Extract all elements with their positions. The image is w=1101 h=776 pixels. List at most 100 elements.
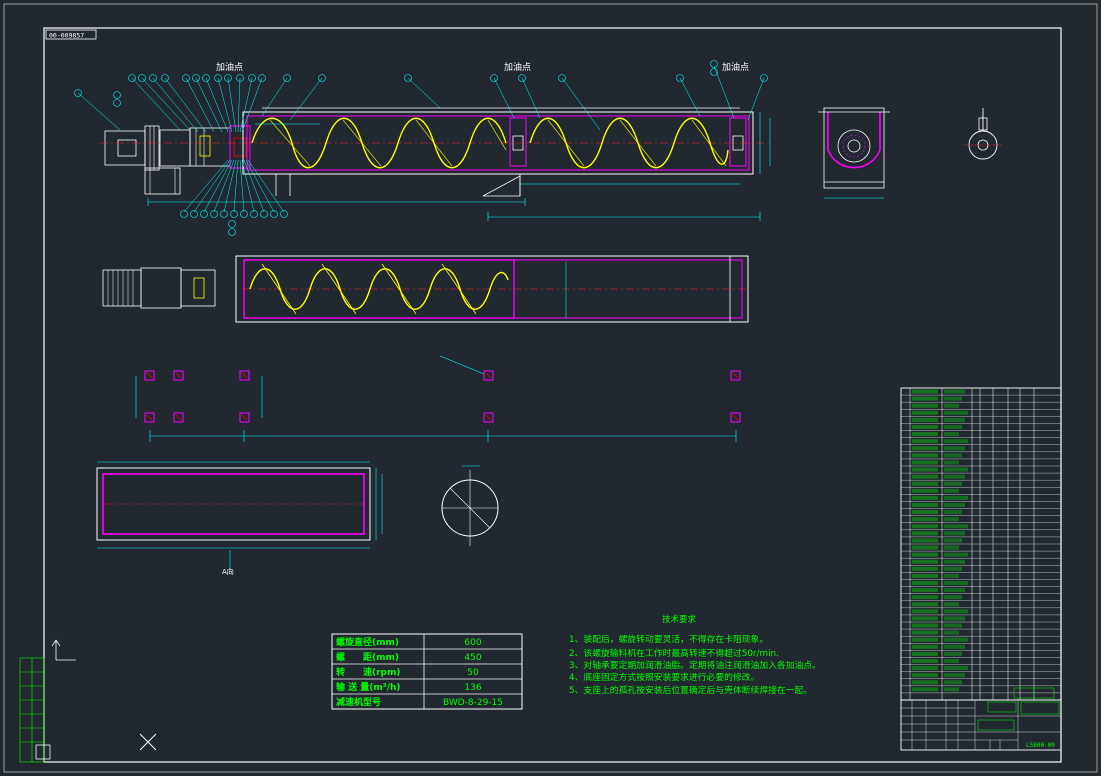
top-view: [102, 255, 749, 323]
foundation-plan: [135, 355, 741, 442]
parts-list-cell-mark: [912, 524, 938, 529]
parts-list-cell-mark: [912, 446, 938, 451]
tech-requirement-2: 2、该螺旋输料机在工作时最高转速不得超过50r/min.: [569, 647, 779, 659]
parts-list-cell-mark: [912, 609, 938, 614]
parts-list-cell-mark: [944, 446, 965, 451]
spec-label-speed: 转 速(rpm): [336, 666, 401, 678]
parts-list-cell-mark: [944, 510, 962, 515]
parts-list-cell-mark: [912, 424, 938, 430]
parts-list-cell-mark: [912, 538, 938, 543]
left-margin-block: [19, 657, 45, 763]
tech-requirements: 技术要求 1、装配后，螺旋转动要灵活，不得存在卡阻现象。 2、该螺旋输料机在工作…: [569, 614, 821, 696]
parts-list-cell-mark: [944, 432, 959, 437]
parts-list-cell-mark: [944, 389, 965, 394]
trough-plan: A向: [96, 461, 383, 576]
title-block-drawing-number: LS600-00: [1026, 742, 1055, 749]
parts-list-cell-mark: [912, 573, 938, 578]
parts-list-cell-mark: [912, 403, 938, 408]
parts-list-cell-mark: [912, 559, 938, 564]
parts-list-cell-mark: [944, 687, 959, 692]
parts-list-cell-mark: [912, 453, 938, 458]
parts-list-cell-mark: [944, 566, 962, 571]
parts-list-cell-mark: [944, 673, 965, 678]
parts-list-cell-mark: [944, 502, 965, 508]
parts-list-cell-mark: [944, 623, 962, 628]
parts-list-cell-mark: [944, 651, 962, 656]
spec-value-speed: 50: [467, 668, 479, 678]
parts-list-cell-mark: [912, 673, 938, 678]
parts-list-cell-mark: [944, 424, 962, 430]
flange-detail: [441, 465, 499, 546]
parts-list-cell-mark: [912, 566, 938, 571]
parts-list-cell-mark: [912, 552, 938, 557]
tech-requirement-3: 3、对轴承要定期加润滑油脂。定期将油注润滑油加入各加油点。: [569, 659, 821, 671]
parts-list-cell-mark: [944, 637, 968, 642]
parts-list-cell-mark: [912, 680, 938, 685]
parts-list-cell-mark: [944, 524, 968, 529]
parts-list-cell-mark: [912, 545, 938, 550]
parts-list-cell-mark: [912, 510, 938, 515]
spec-table: 螺旋直径(mm) 600 螺 距(mm) 450 转 速(rpm) 50 输 送…: [331, 633, 523, 710]
parts-list-cell-mark: [912, 602, 938, 607]
ucs-axis-icon: [51, 639, 76, 661]
parts-list-cell-mark: [944, 453, 962, 458]
spec-label-capacity: 输 送 量(m³/h): [336, 681, 401, 693]
parts-list-cell-mark: [944, 595, 962, 600]
oil-point-label-3: 加油点: [722, 61, 749, 73]
parts-list-cell-mark: [944, 680, 962, 685]
spec-value-pitch: 450: [464, 653, 481, 663]
parts-list-cell-mark: [944, 588, 965, 593]
parts-list-cell-mark: [944, 495, 968, 500]
parts-list-cell-mark: [944, 474, 965, 479]
tech-requirements-title: 技术要求: [662, 614, 697, 625]
parts-list-cell-mark: [944, 439, 968, 444]
parts-list-cell-mark: [944, 488, 959, 493]
side-view: [818, 107, 890, 199]
parts-list-cell-mark: [912, 460, 938, 465]
parts-list-cell-mark: [912, 588, 938, 593]
code-stamp-text: 00-009857: [49, 32, 84, 40]
cad-drawing-canvas[interactable]: 00-009857 加油点 加油点 加油点 A向 技术要求 1、装配后，螺旋转动…: [0, 0, 1101, 776]
parts-list-cell-mark: [912, 630, 938, 635]
spec-value-reducer: BWD-8-29-15: [443, 698, 503, 708]
parts-list-cell-mark: [944, 609, 968, 614]
parts-list-cell-mark: [944, 616, 965, 621]
parts-list-cell-mark: [944, 573, 959, 578]
parts-list-cell-mark: [944, 417, 965, 422]
parts-list-cell-mark: [912, 666, 938, 671]
parts-list-cell-mark: [912, 623, 938, 628]
parts-list-cell-mark: [912, 488, 938, 493]
parts-list-cell-mark: [912, 417, 938, 422]
bearing-detail: [964, 108, 1002, 160]
parts-list-cell-mark: [912, 474, 938, 479]
parts-list-cell-mark: [944, 630, 959, 635]
parts-list-cell-mark: [944, 658, 959, 664]
parts-list-cell-mark: [944, 396, 962, 401]
title-block: LS600-00: [900, 687, 1062, 751]
parts-list-cell-mark: [912, 687, 938, 692]
parts-list-cell-mark: [912, 410, 938, 415]
parts-list: [900, 387, 1062, 701]
parts-list-cell-mark: [912, 389, 938, 394]
parts-list-cell-mark: [944, 538, 962, 543]
parts-list-cell-mark: [944, 602, 959, 607]
parts-list-cell-mark: [912, 595, 938, 600]
code-stamp: 00-009857: [45, 29, 97, 40]
corner-square: [35, 744, 51, 760]
parts-list-cell-mark: [912, 502, 938, 508]
parts-list-cell-mark: [944, 467, 968, 472]
view-a-label: A向: [222, 567, 234, 576]
tech-requirement-4: 4、底座固定方式按照安装要求进行必要的修改。: [569, 671, 759, 683]
spec-label-reducer: 减速机型号: [336, 696, 381, 708]
cursor-cross-icon: [139, 733, 157, 751]
parts-list-cell-mark: [912, 396, 938, 401]
parts-list-cell-mark: [912, 439, 938, 444]
parts-list-cell-mark: [912, 467, 938, 472]
parts-list-cell-mark: [944, 531, 965, 536]
parts-list-cell-mark: [944, 552, 968, 557]
parts-list-cell-mark: [944, 545, 959, 550]
parts-list-cell-mark: [912, 531, 938, 536]
parts-list-cell-mark: [944, 559, 965, 564]
parts-list-cell-mark: [912, 432, 938, 437]
parts-list-cell-mark: [912, 644, 938, 649]
